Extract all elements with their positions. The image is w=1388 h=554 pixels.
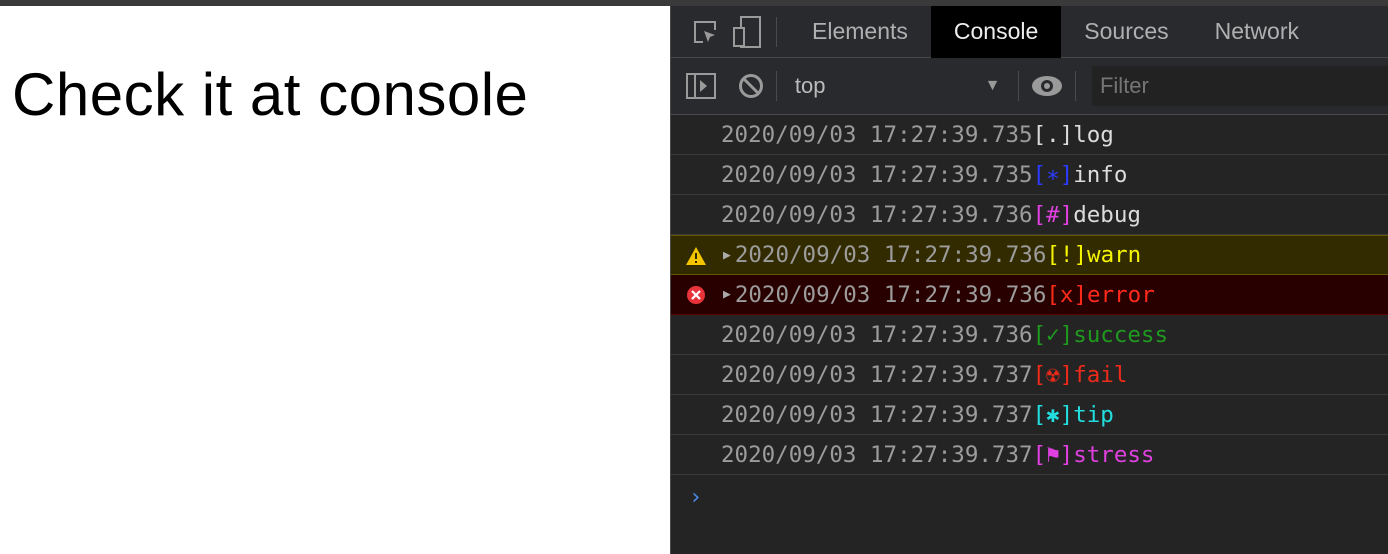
filter-input[interactable] bbox=[1091, 66, 1388, 106]
console-message[interactable]: ▶ 2020/09/03 17:27:39.736 [!] warn bbox=[671, 235, 1388, 275]
console-message[interactable]: 2020/09/03 17:27:39.735 [∗] info bbox=[671, 155, 1388, 195]
console-message[interactable]: 2020/09/03 17:27:39.736 [✓] success bbox=[671, 315, 1388, 355]
divider bbox=[776, 71, 777, 101]
message-text: fail bbox=[1073, 361, 1128, 388]
message-text: stress bbox=[1073, 441, 1155, 468]
page-content: Check it at console bbox=[0, 6, 670, 554]
message-tag: [#] bbox=[1032, 201, 1074, 228]
message-tag: [✓] bbox=[1032, 321, 1074, 348]
message-timestamp: 2020/09/03 17:27:39.736 bbox=[734, 242, 1047, 268]
expand-arrow-icon[interactable]: ▶ bbox=[723, 248, 731, 263]
message-text: debug bbox=[1073, 201, 1141, 228]
context-selector[interactable]: top ▼ bbox=[789, 73, 1007, 99]
console-prompt[interactable]: › bbox=[671, 475, 1388, 520]
message-tag: [✱] bbox=[1032, 401, 1074, 428]
message-timestamp: 2020/09/03 17:27:39.735 bbox=[721, 121, 1033, 148]
message-timestamp: 2020/09/03 17:27:39.736 bbox=[721, 201, 1033, 228]
tab-network[interactable]: Network bbox=[1192, 6, 1322, 58]
message-tag: [!] bbox=[1046, 242, 1088, 268]
divider bbox=[776, 16, 777, 47]
page-heading: Check it at console bbox=[12, 61, 529, 128]
tab-sources[interactable]: Sources bbox=[1061, 6, 1191, 58]
devtools-tabbar: Elements Console Sources Network bbox=[671, 5, 1388, 58]
console-message[interactable]: 2020/09/03 17:27:39.737 [⚑] stress bbox=[671, 435, 1388, 475]
message-tag: [∗] bbox=[1032, 161, 1074, 188]
eye-icon[interactable] bbox=[1031, 69, 1063, 103]
tab-console[interactable]: Console bbox=[930, 5, 1062, 58]
tab-elements[interactable]: Elements bbox=[789, 6, 931, 58]
console-toolbar: top ▼ bbox=[671, 58, 1388, 115]
console-message[interactable]: 2020/09/03 17:27:39.735 [.] log bbox=[671, 115, 1388, 155]
console-message[interactable]: 2020/09/03 17:27:39.737 [☢] fail bbox=[671, 355, 1388, 395]
warning-icon bbox=[686, 247, 706, 265]
divider bbox=[1075, 71, 1076, 101]
message-text: tip bbox=[1073, 401, 1114, 428]
inspect-element-icon[interactable] bbox=[688, 15, 722, 49]
console-message[interactable]: 2020/09/03 17:27:39.737 [✱] tip bbox=[671, 395, 1388, 435]
context-value: top bbox=[794, 73, 826, 98]
message-text: log bbox=[1073, 121, 1114, 148]
message-timestamp: 2020/09/03 17:27:39.737 bbox=[721, 401, 1033, 428]
message-text: warn bbox=[1087, 242, 1142, 268]
sidebar-toggle-icon[interactable] bbox=[686, 69, 716, 103]
message-timestamp: 2020/09/03 17:27:39.736 bbox=[721, 321, 1033, 348]
message-tag: [⚑] bbox=[1032, 441, 1074, 468]
message-text: success bbox=[1073, 321, 1169, 348]
message-tag: [☢] bbox=[1032, 361, 1074, 388]
message-text: info bbox=[1073, 161, 1128, 188]
console-message[interactable]: 2020/09/03 17:27:39.736 [#] debug bbox=[671, 195, 1388, 235]
message-timestamp: 2020/09/03 17:27:39.736 bbox=[734, 281, 1047, 308]
prompt-chevron-icon: › bbox=[689, 485, 703, 510]
console-message[interactable]: ▶ 2020/09/03 17:27:39.736 [x] error bbox=[671, 275, 1388, 315]
message-timestamp: 2020/09/03 17:27:39.737 bbox=[721, 441, 1033, 468]
clear-console-icon[interactable] bbox=[738, 69, 764, 103]
error-icon bbox=[687, 286, 705, 304]
console-messages: 2020/09/03 17:27:39.735 [.] log 2020/09/0… bbox=[671, 115, 1388, 475]
divider bbox=[1018, 71, 1020, 101]
device-toolbar-icon[interactable] bbox=[730, 15, 764, 49]
message-tag: [.] bbox=[1032, 121, 1074, 148]
dropdown-arrow-icon: ▼ bbox=[984, 77, 1001, 94]
expand-arrow-icon[interactable]: ▶ bbox=[723, 287, 731, 302]
message-text: error bbox=[1087, 281, 1155, 308]
message-tag: [x] bbox=[1046, 281, 1088, 308]
devtools-panel: ElementsConsoleSourcesNetwork top ▼ 2020… bbox=[670, 5, 1388, 554]
message-timestamp: 2020/09/03 17:27:39.737 bbox=[721, 361, 1033, 388]
message-timestamp: 2020/09/03 17:27:39.735 bbox=[721, 161, 1033, 188]
